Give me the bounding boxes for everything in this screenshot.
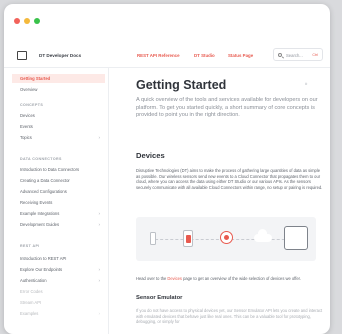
sidebar-item-label: Example Integrations	[20, 211, 60, 217]
sidebar-item-advanced-configurations[interactable]: Advanced Configurations	[12, 187, 105, 196]
sidebar-item-authentication[interactable]: Authentication ›	[12, 276, 105, 285]
sidebar-section-heading: CONCEPTS	[20, 103, 44, 107]
chevron-right-icon: ›	[98, 221, 100, 227]
sidebar-item-intro-rest-api[interactable]: Introduction to REST API	[12, 254, 105, 263]
sidebar-item-label: Events	[20, 124, 33, 130]
sidebar-item-label: Devices	[20, 113, 35, 119]
sidebar-item-label: Authentication	[20, 278, 47, 284]
sidebar-item-stream-api[interactable]: Stream API	[12, 298, 105, 307]
chevron-right-icon: ›	[98, 310, 100, 316]
devices-link-paragraph: Head over to the Devices page to get an …	[136, 276, 324, 282]
sidebar-item-label: Introduction to REST API	[20, 256, 67, 262]
nav-link-dt-studio[interactable]: DT Studio	[194, 53, 215, 58]
search-placeholder: Search...	[286, 52, 303, 58]
devices-illustration	[136, 217, 316, 261]
sidebar-item-label: Error Codes	[20, 289, 43, 295]
chevron-right-icon: ›	[98, 210, 100, 216]
sidebar-item-label: Introduction to Data Connectors	[20, 167, 80, 173]
page-lead: A quick overview of the tools and servic…	[136, 97, 318, 119]
devices-link-text-before: Head over to the	[136, 276, 168, 281]
top-navigation: DT Developer Docs REST API Reference DT …	[4, 42, 330, 68]
sidebar-item-explore-endpoints[interactable]: Explore Our Endpoints ›	[12, 265, 105, 274]
sidebar-section-heading: REST API	[20, 244, 40, 248]
sidebar-item-example-integrations[interactable]: Example Integrations ›	[12, 209, 105, 218]
sidebar-item-devices[interactable]: Devices	[12, 111, 105, 120]
search-icon	[278, 52, 282, 57]
site-title[interactable]: DT Developer Docs	[39, 53, 81, 58]
sidebar-item-label: Topics	[20, 135, 32, 141]
nav-link-status-page[interactable]: Status Page	[228, 53, 253, 58]
sidebar-item-label: Overview	[20, 87, 38, 93]
search-input[interactable]: Search... Ctrl	[273, 48, 323, 61]
devices-paragraph: Disruptive Technologies (DT) aims to mak…	[136, 168, 323, 190]
sensor-tag-marker	[186, 235, 191, 243]
anchor-link-icon[interactable]: #	[305, 81, 307, 86]
emulator-paragraph: If you do not have access to physical de…	[136, 308, 323, 325]
minimize-window-button[interactable]	[24, 18, 30, 24]
maximize-window-button[interactable]	[34, 18, 40, 24]
sidebar: Getting Started Overview CONCEPTS Device…	[4, 68, 109, 334]
sidebar-item-topics[interactable]: Topics ›	[12, 133, 105, 142]
window-titlebar	[4, 4, 330, 34]
sidebar-item-label: Advanced Configurations	[20, 189, 67, 195]
sidebar-item-error-codes[interactable]: Error Codes	[12, 287, 105, 296]
docs-logo-icon[interactable]	[17, 51, 27, 60]
sidebar-item-label: Explore Our Endpoints	[20, 267, 63, 273]
devices-page-link[interactable]: Devices	[167, 276, 182, 281]
sensor-icon	[150, 232, 156, 245]
sidebar-item-receiving-events[interactable]: Receiving Events	[12, 198, 105, 207]
sidebar-item-events[interactable]: Events	[12, 122, 105, 131]
nav-link-rest-api[interactable]: REST API Reference	[137, 53, 180, 58]
cloud-icon	[254, 229, 272, 242]
page-title: Getting Started	[136, 78, 227, 92]
devices-link-text-after: page to get an overview of the wide sele…	[181, 276, 301, 281]
sidebar-item-intro-data-connectors[interactable]: Introduction to Data Connectors	[12, 165, 105, 174]
sidebar-item-label: Examples	[20, 311, 39, 317]
section-heading-sensor-emulator: Sensor Emulator	[136, 295, 183, 301]
sidebar-item-getting-started[interactable]: Getting Started	[12, 74, 105, 83]
close-window-button[interactable]	[14, 18, 20, 24]
cloud-connector-core	[224, 235, 229, 240]
sidebar-section-heading: DATA CONNECTORS	[20, 157, 62, 161]
section-heading-devices: Devices	[136, 151, 165, 160]
sidebar-item-development-guides[interactable]: Development Guides ›	[12, 220, 105, 229]
main-content: Getting Started # A quick overview of th…	[109, 68, 330, 334]
sidebar-item-label: Stream API	[20, 300, 42, 306]
chevron-right-icon: ›	[98, 266, 100, 272]
sidebar-item-overview[interactable]: Overview	[12, 85, 105, 94]
sidebar-item-label: Receiving Events	[20, 200, 53, 206]
sidebar-item-label: Getting Started	[20, 76, 51, 82]
search-shortcut-badge: Ctrl	[312, 52, 318, 57]
monitor-icon	[284, 226, 308, 250]
sidebar-item-examples[interactable]: Examples ›	[12, 309, 105, 318]
sidebar-item-label: Development Guides	[20, 222, 60, 228]
browser-window: DT Developer Docs REST API Reference DT …	[4, 4, 330, 334]
chevron-right-icon: ›	[98, 277, 100, 283]
sidebar-item-creating-data-connector[interactable]: Creating a Data Connector	[12, 176, 105, 185]
chevron-right-icon: ›	[98, 134, 100, 140]
sidebar-item-label: Creating a Data Connector	[20, 178, 70, 184]
